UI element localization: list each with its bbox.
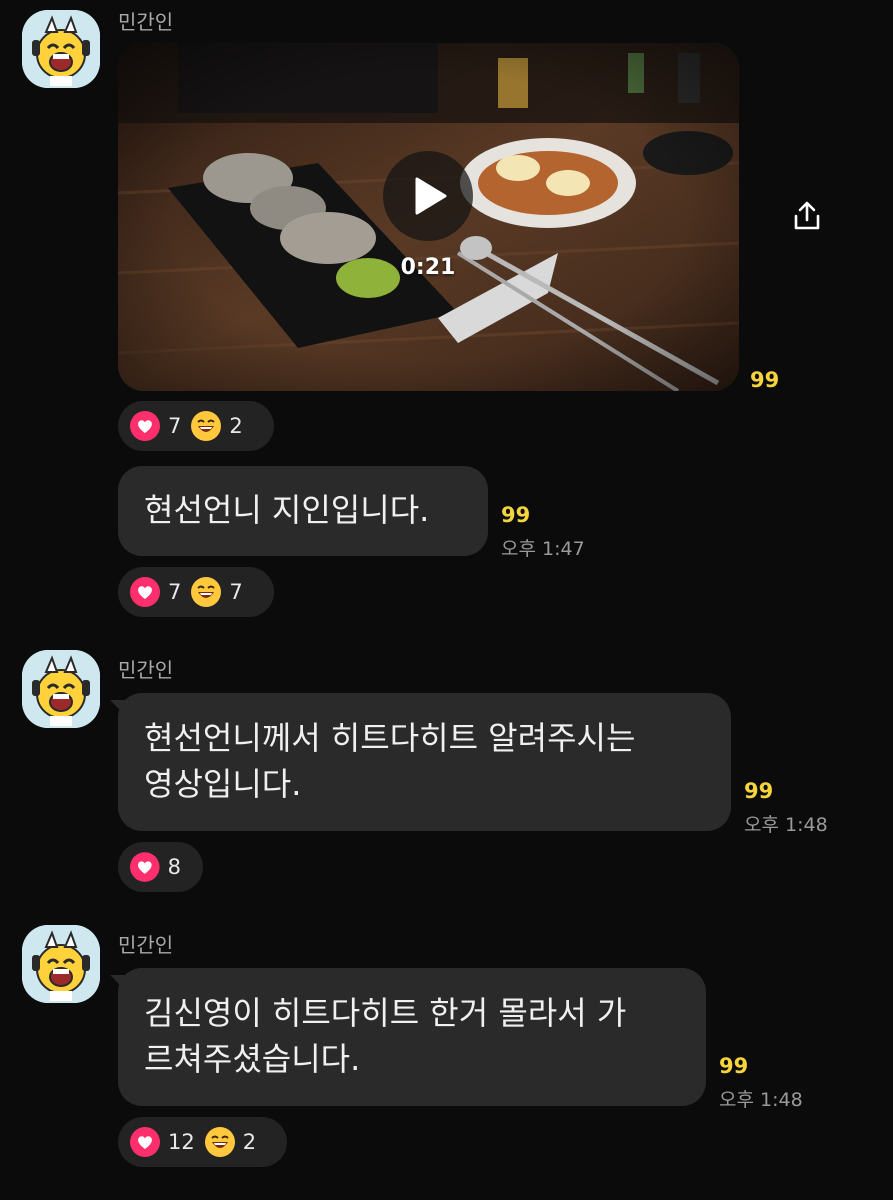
- message-text-line: 현선언니께서 히트다히트 알려주시는: [144, 719, 636, 757]
- play-icon: [415, 177, 447, 215]
- message-bubble[interactable]: 현선언니 지인입니다.: [118, 466, 488, 556]
- reaction-count: 7: [168, 414, 182, 438]
- reaction-count: 2: [242, 1130, 257, 1154]
- reaction-count: 12: [168, 1130, 195, 1154]
- character-avatar-icon: [22, 925, 100, 1003]
- share-icon: [794, 201, 820, 230]
- sender-name: 민간인: [118, 658, 174, 682]
- unread-count: 99: [719, 1054, 749, 1078]
- reaction-count: 8: [167, 855, 181, 879]
- unread-count: 99: [744, 779, 774, 803]
- reaction-bar[interactable]: 12 2: [118, 1117, 287, 1167]
- laughing-face-icon[interactable]: [204, 1127, 235, 1157]
- sender-name: 민간인: [118, 10, 174, 34]
- message-text-line: 김신영이 히트다히트 한거 몰라서 가: [144, 994, 627, 1032]
- message-time: 오후 1:48: [744, 814, 828, 836]
- reaction-count: 2: [229, 414, 243, 438]
- reaction-count: 7: [229, 580, 243, 604]
- heart-icon[interactable]: [130, 1127, 160, 1157]
- message-text: 현선언니 지인입니다.: [144, 491, 430, 529]
- message-time: 오후 1:48: [719, 1089, 803, 1111]
- reaction-bar[interactable]: 8: [118, 842, 203, 892]
- laughing-face-icon[interactable]: [191, 411, 222, 441]
- laughing-face-icon[interactable]: [191, 577, 222, 607]
- unread-count: 99: [501, 503, 531, 527]
- message-time: 오후 1:47: [501, 538, 585, 560]
- message-bubble[interactable]: 김신영이 히트다히트 한거 몰라서 가 르쳐주셨습니다.: [118, 968, 706, 1106]
- avatar[interactable]: [22, 650, 100, 728]
- reaction-bar[interactable]: 7 7: [118, 567, 274, 617]
- reaction-count: 7: [168, 580, 182, 604]
- heart-icon[interactable]: [130, 852, 160, 882]
- heart-icon[interactable]: [130, 411, 160, 441]
- sender-name: 민간인: [118, 933, 174, 957]
- play-button[interactable]: [383, 151, 473, 241]
- avatar[interactable]: [22, 925, 100, 1003]
- video-message[interactable]: 0:21: [118, 43, 739, 391]
- avatar[interactable]: [22, 10, 100, 88]
- message-bubble[interactable]: 현선언니께서 히트다히트 알려주시는 영상입니다.: [118, 693, 731, 831]
- video-duration: 0:21: [400, 255, 456, 280]
- character-avatar-icon: [22, 10, 100, 88]
- message-text-line: 영상입니다.: [144, 765, 302, 803]
- unread-count: 99: [750, 368, 780, 392]
- character-avatar-icon: [22, 650, 100, 728]
- share-button[interactable]: [780, 190, 834, 244]
- message-text-line: 르쳐주셨습니다.: [144, 1040, 361, 1078]
- reaction-bar[interactable]: 7 2: [118, 401, 274, 451]
- heart-icon[interactable]: [130, 577, 160, 607]
